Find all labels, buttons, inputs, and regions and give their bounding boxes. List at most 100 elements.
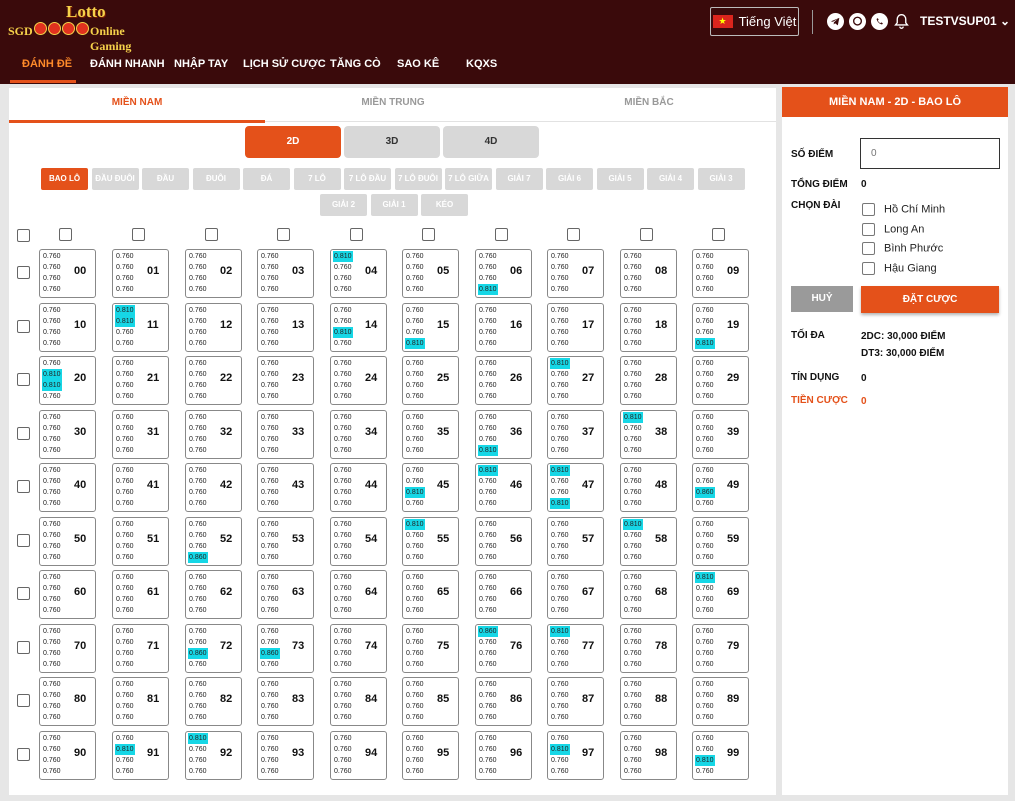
- bet-type-tab[interactable]: 7 LÔ ĐUÔI: [394, 168, 442, 190]
- number-cell[interactable]: 0.760 0.760 0.760 0.760 29: [692, 356, 749, 405]
- logo[interactable]: Lotto SGD Online Gaming: [8, 2, 168, 53]
- nav-item-6[interactable]: SAO KÊ: [397, 58, 439, 70]
- number-cell[interactable]: 0.760 0.760 0.760 0.760 96: [475, 730, 532, 780]
- column-checkbox[interactable]: [205, 228, 218, 241]
- number-cell[interactable]: 0.760 0.760 0.760 0.760 30: [39, 409, 96, 459]
- number-cell[interactable]: 0.760 0.760 0.760 0.760 42: [185, 463, 242, 512]
- bet-type-tab[interactable]: ĐẦU: [142, 168, 189, 190]
- number-cell[interactable]: 0.760 0.760 0.760 0.760 43: [257, 463, 314, 512]
- number-cell[interactable]: 0.810 0.760 0.760 0.760 58: [620, 516, 677, 566]
- number-cell[interactable]: 0.760 0.760 0.760 0.760 66: [475, 570, 532, 619]
- number-cell[interactable]: 0.760 0.810 0.760 0.760 97: [547, 730, 604, 780]
- number-cell[interactable]: 0.810 0.760 0.760 0.760 46: [475, 463, 532, 512]
- number-cell[interactable]: 0.760 0.760 0.760 0.760 74: [330, 623, 387, 673]
- telegram-icon[interactable]: [827, 13, 844, 30]
- number-cell[interactable]: 0.760 0.760 0.760 0.760 28: [620, 356, 677, 405]
- nav-item-2[interactable]: ĐÁNH NHANH: [90, 58, 165, 70]
- number-cell[interactable]: 0.760 0.760 0.760 0.760 57: [547, 516, 604, 566]
- number-cell[interactable]: 0.760 0.760 0.760 0.760 68: [620, 570, 677, 619]
- number-cell[interactable]: 0.760 0.760 0.810 0.760 14: [330, 302, 387, 352]
- row-checkbox[interactable]: [17, 533, 30, 547]
- number-cell[interactable]: 0.760 0.760 0.860 0.760 49: [692, 463, 749, 512]
- number-cell[interactable]: 0.810 0.760 0.760 0.760 55: [402, 516, 459, 566]
- number-cell[interactable]: 0.760 0.760 0.760 0.760 63: [257, 570, 314, 619]
- column-checkbox[interactable]: [495, 228, 508, 241]
- station-checkbox[interactable]: [862, 242, 875, 255]
- number-cell[interactable]: 0.760 0.760 0.760 0.760 81: [112, 677, 169, 726]
- number-cell[interactable]: 0.760 0.760 0.760 0.760 37: [547, 409, 604, 459]
- number-cell[interactable]: 0.760 0.760 0.760 0.760 56: [475, 516, 532, 566]
- bet-type-tab[interactable]: 7 LÔ GIỮA: [445, 168, 492, 190]
- nav-item-3[interactable]: NHẬP TAY: [174, 58, 228, 70]
- number-cell[interactable]: 0.760 0.760 0.760 0.760 93: [257, 730, 314, 780]
- number-cell[interactable]: 0.760 0.760 0.760 0.760 02: [185, 249, 242, 298]
- number-cell[interactable]: 0.760 0.760 0.760 0.760 26: [475, 356, 532, 405]
- cancel-button[interactable]: HUỶ: [791, 286, 853, 312]
- number-cell[interactable]: 0.760 0.760 0.760 0.760 24: [330, 356, 387, 405]
- row-checkbox[interactable]: [17, 587, 30, 600]
- number-cell[interactable]: 0.760 0.760 0.760 0.760 35: [402, 409, 459, 459]
- bet-type-tab[interactable]: GIẢI 7: [495, 168, 543, 190]
- number-cell[interactable]: 0.760 0.760 0.760 0.760 39: [692, 409, 749, 459]
- station-option[interactable]: Bình Phước: [862, 242, 943, 255]
- number-cell[interactable]: 0.760 0.760 0.760 0.760 51: [112, 516, 169, 566]
- number-cell[interactable]: 0.760 0.760 0.760 0.760 98: [620, 730, 677, 780]
- number-cell[interactable]: 0.760 0.760 0.760 0.760 34: [330, 409, 387, 459]
- row-checkbox[interactable]: [17, 640, 30, 654]
- number-cell[interactable]: 0.760 0.760 0.760 0.760 88: [620, 677, 677, 726]
- column-checkbox[interactable]: [640, 228, 653, 241]
- number-cell[interactable]: 0.760 0.760 0.760 0.760 13: [257, 302, 314, 352]
- number-cell[interactable]: 0.760 0.760 0.760 0.760 03: [257, 249, 314, 298]
- column-checkbox[interactable]: [712, 228, 725, 241]
- number-cell[interactable]: 0.760 0.760 0.760 0.760 83: [257, 677, 314, 726]
- points-input[interactable]: [860, 138, 1000, 169]
- nav-item-1[interactable]: ĐÁNH ĐỀ: [22, 58, 72, 70]
- number-cell[interactable]: 0.760 0.760 0.760 0.760 22: [185, 356, 242, 405]
- number-cell[interactable]: 0.760 0.760 0.760 0.760 17: [547, 302, 604, 352]
- bet-type-tab[interactable]: ĐÁ: [243, 168, 290, 190]
- number-cell[interactable]: 0.760 0.760 0.760 0.760 18: [620, 302, 677, 352]
- number-cell[interactable]: 0.760 0.760 0.760 0.760 61: [112, 570, 169, 619]
- number-cell[interactable]: 0.810 0.760 0.760 0.760 27: [547, 356, 604, 405]
- user-menu[interactable]: TESTVSUP01 ⌄: [920, 14, 1010, 28]
- number-cell[interactable]: 0.760 0.760 0.860 0.760 73: [257, 623, 314, 673]
- row-checkbox[interactable]: [17, 694, 30, 707]
- number-cell[interactable]: 0.760 0.760 0.760 0.760 10: [39, 302, 96, 352]
- number-cell[interactable]: 0.760 0.760 0.760 0.760 23: [257, 356, 314, 405]
- number-cell[interactable]: 0.760 0.760 0.760 0.760 08: [620, 249, 677, 298]
- number-cell[interactable]: 0.760 0.760 0.760 0.760 87: [547, 677, 604, 726]
- station-checkbox[interactable]: [862, 261, 875, 275]
- number-cell[interactable]: 0.760 0.760 0.760 0.760 84: [330, 677, 387, 726]
- number-cell[interactable]: 0.810 0.760 0.760 0.760 77: [547, 623, 604, 673]
- bet-type-tab[interactable]: KÉO: [421, 194, 468, 216]
- place-bet-button[interactable]: ĐẶT CƯỢC: [861, 286, 999, 313]
- row-checkbox[interactable]: [17, 266, 30, 279]
- whatsapp-icon[interactable]: [871, 13, 888, 30]
- number-cell[interactable]: 0.760 0.760 0.760 0.760 32: [185, 409, 242, 459]
- bet-type-tab[interactable]: GIẢI 6: [546, 168, 593, 190]
- bet-type-tab[interactable]: GIẢI 5: [596, 168, 644, 190]
- bet-type-tab[interactable]: 7 LÔ ĐẦU: [344, 168, 391, 190]
- bet-type-tab[interactable]: ĐẦU ĐUÔI: [91, 168, 139, 190]
- number-cell[interactable]: 0.760 0.760 0.760 0.760 79: [692, 623, 749, 673]
- column-checkbox[interactable]: [567, 228, 580, 241]
- number-cell[interactable]: 0.760 0.760 0.760 0.760 05: [402, 249, 459, 298]
- number-cell[interactable]: 0.760 0.760 0.860 0.760 72: [185, 623, 242, 673]
- number-cell[interactable]: 0.810 0.760 0.760 0.810 47: [547, 463, 604, 512]
- number-cell[interactable]: 0.760 0.760 0.760 0.760 75: [402, 623, 459, 673]
- number-cell[interactable]: 0.760 0.760 0.760 0.810 06: [475, 249, 532, 298]
- number-cell[interactable]: 0.760 0.810 0.760 0.760 91: [112, 730, 169, 780]
- bet-type-tab[interactable]: 7 LÔ: [293, 168, 341, 190]
- number-cell[interactable]: 0.760 0.760 0.760 0.760 48: [620, 463, 677, 512]
- number-cell[interactable]: 0.760 0.760 0.760 0.760 25: [402, 356, 459, 405]
- number-cell[interactable]: 0.760 0.760 0.760 0.810 19: [692, 302, 749, 352]
- language-button[interactable]: ★ Tiếng Việt: [710, 7, 799, 36]
- station-checkbox[interactable]: [862, 222, 875, 236]
- number-cell[interactable]: 0.760 0.760 0.760 0.760 44: [330, 463, 387, 512]
- column-checkbox[interactable]: [277, 228, 290, 241]
- row-checkbox[interactable]: [17, 426, 30, 440]
- number-cell[interactable]: 0.760 0.760 0.760 0.760 31: [112, 409, 169, 459]
- number-cell[interactable]: 0.760 0.760 0.760 0.760 71: [112, 623, 169, 673]
- number-cell[interactable]: 0.760 0.810 0.810 0.760 20: [39, 356, 96, 405]
- number-cell[interactable]: 0.760 0.760 0.760 0.760 50: [39, 516, 96, 566]
